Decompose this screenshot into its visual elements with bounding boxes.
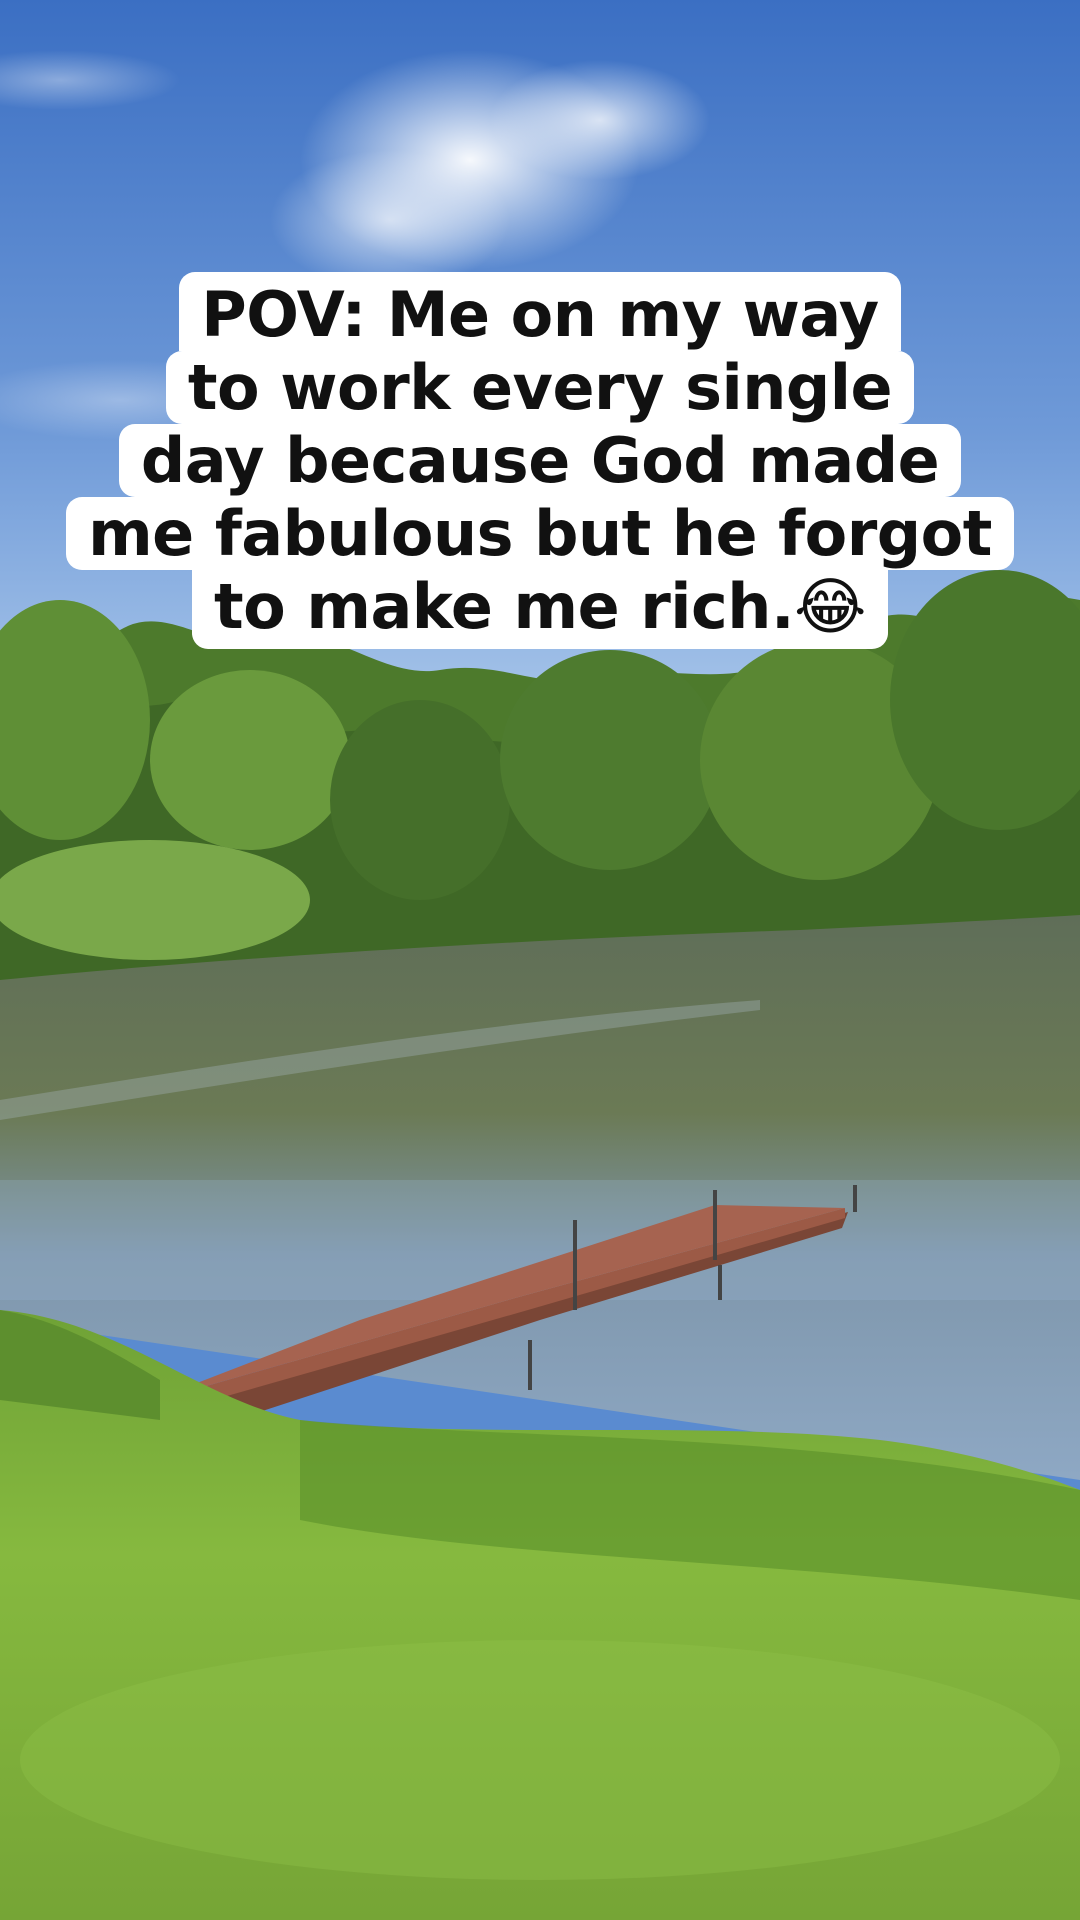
caption-overlay: POV: Me on my way to work every single d…	[0, 272, 1080, 649]
caption-line-3: day because God made	[118, 424, 962, 497]
caption-line-2: to work every single	[165, 351, 915, 424]
caption-line-5: to make me rich.😂	[192, 570, 888, 649]
caption-line-4: me fabulous but he forgot	[66, 497, 1014, 570]
caption-line-1: POV: Me on my way	[179, 272, 901, 351]
